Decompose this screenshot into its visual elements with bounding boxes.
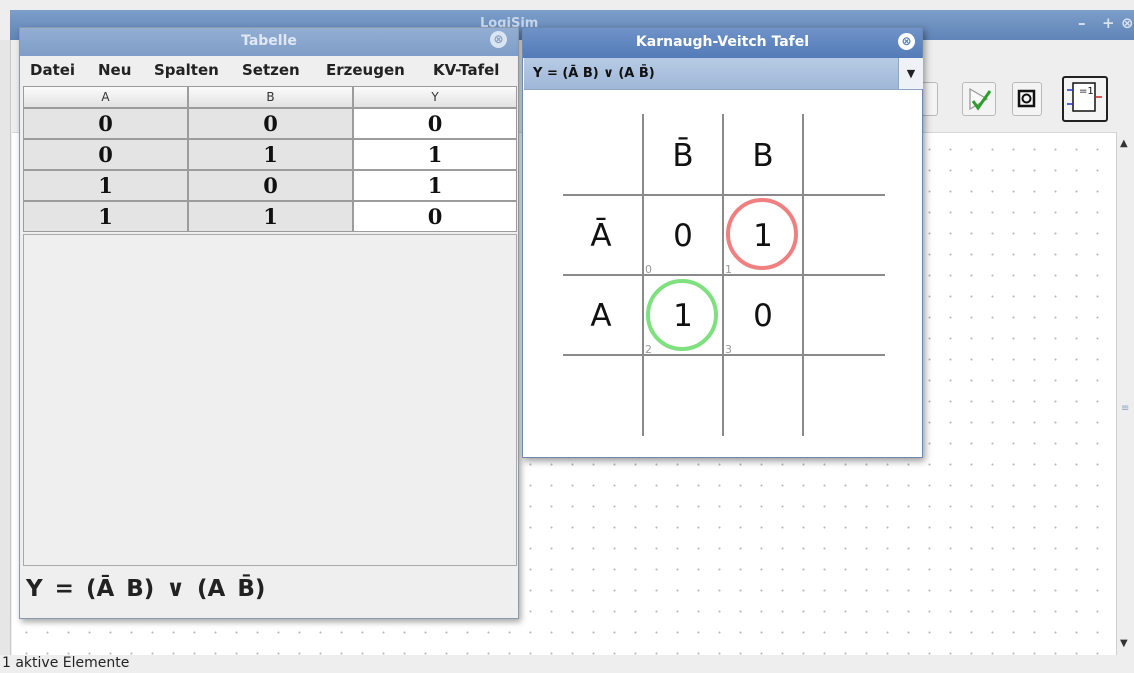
menu-kv-tafel[interactable]: KV-Tafel — [433, 61, 499, 79]
truth-table-titlebar[interactable]: Tabelle ⊗ — [20, 28, 518, 56]
simulate-button[interactable] — [962, 82, 996, 116]
scroll-up-icon[interactable]: ▲ — [1120, 138, 1128, 149]
table-header: A B Y — [23, 86, 518, 108]
chevron-down-icon[interactable]: ▼ — [898, 58, 923, 89]
xor-gate-icon: =1 — [1067, 82, 1102, 112]
table-cell[interactable]: 1 — [188, 201, 353, 232]
table-cell[interactable]: 0 — [188, 170, 353, 201]
kv-cell-value[interactable]: 1 — [753, 218, 773, 254]
kv-map-window: Karnaugh-Veitch Tafel ⊗ Y = (Ā B) ∨ (A B… — [522, 27, 923, 458]
vertical-scrollbar[interactable]: ▲ ≡ ▼ — [1116, 132, 1134, 655]
expression-select[interactable]: Y = (Ā B) ∨ (A B̄) ▼ — [524, 58, 923, 90]
table-cell[interactable]: 0 — [23, 139, 188, 170]
kv-cell-value[interactable]: 1 — [673, 298, 693, 334]
play-check-icon — [969, 87, 992, 111]
truth-table-window: Tabelle ⊗ Datei Neu Spalten Setzen Erzeu… — [19, 27, 519, 619]
table-cell[interactable]: 0 — [188, 108, 353, 139]
status-text: 1 aktive Elemente — [2, 655, 130, 671]
kv-map-title: Karnaugh-Veitch Tafel — [635, 34, 810, 50]
toolbar: =1 — [920, 72, 1134, 128]
column-header-y[interactable]: Y — [353, 86, 517, 108]
scroll-thumb-grip-icon[interactable]: ≡ — [1121, 403, 1129, 414]
column-header-b[interactable]: B — [188, 86, 353, 108]
table-cell[interactable]: 1 — [23, 170, 188, 201]
status-bar: 1 aktive Elemente — [0, 655, 1134, 673]
menu-datei[interactable]: Datei — [30, 61, 75, 79]
minimize-icon[interactable]: – — [1078, 14, 1086, 32]
menu-neu[interactable]: Neu — [98, 61, 131, 79]
table-empty-area — [23, 234, 517, 566]
maximize-icon[interactable]: + — [1102, 14, 1115, 32]
kv-row-label: Ā — [590, 218, 611, 254]
kv-cell-index: 1 — [725, 263, 732, 276]
table-cell[interactable]: 1 — [353, 170, 517, 201]
kv-map-titlebar[interactable]: Karnaugh-Veitch Tafel ⊗ — [523, 28, 922, 58]
menu-setzen[interactable]: Setzen — [242, 61, 300, 79]
record-icon — [1017, 89, 1036, 108]
table-cell[interactable]: 0 — [353, 201, 517, 232]
left-panel-edge — [0, 40, 11, 655]
xor-gate-label: =1 — [1079, 86, 1094, 97]
table-cell[interactable]: 1 — [188, 139, 353, 170]
kv-cell-index: 0 — [645, 263, 652, 276]
kv-cell-index: 3 — [725, 343, 732, 356]
scroll-down-icon[interactable]: ▼ — [1120, 638, 1128, 649]
expression-select-value: Y = (Ā B) ∨ (A B̄) — [533, 66, 655, 81]
close-icon[interactable]: ⊗ — [898, 33, 915, 50]
table-cell[interactable]: 0 — [353, 108, 517, 139]
table-cell[interactable]: 1 — [353, 139, 517, 170]
kv-cell-index: 2 — [645, 343, 652, 356]
kv-cell-value[interactable]: 0 — [673, 218, 693, 254]
close-icon[interactable]: ⊗ — [1121, 14, 1134, 32]
boolean-formula: Y = (Ā B) ∨ (A B̄) — [26, 576, 266, 602]
record-button[interactable] — [1012, 82, 1042, 116]
table-cell[interactable]: 0 — [23, 108, 188, 139]
column-header-a[interactable]: A — [23, 86, 188, 108]
kv-row-label: A — [590, 298, 611, 334]
xor-gate-button[interactable]: =1 — [1062, 76, 1108, 122]
kv-cell-value[interactable]: 0 — [753, 298, 773, 334]
kv-grid-lines — [563, 114, 885, 436]
menu-spalten[interactable]: Spalten — [154, 61, 219, 79]
kv-col-label: B̄ — [672, 137, 693, 174]
close-icon[interactable]: ⊗ — [490, 31, 507, 48]
truth-table-title: Tabelle — [241, 33, 297, 49]
kv-col-label: B — [752, 138, 773, 174]
menu-erzeugen[interactable]: Erzeugen — [326, 61, 405, 79]
kv-map-grid: B̄ B Ā A 0 1 1 0 0 1 2 3 — [563, 114, 885, 436]
menu-bar: Datei Neu Spalten Setzen Erzeugen KV-Taf… — [20, 57, 518, 85]
table-cell[interactable]: 1 — [23, 201, 188, 232]
